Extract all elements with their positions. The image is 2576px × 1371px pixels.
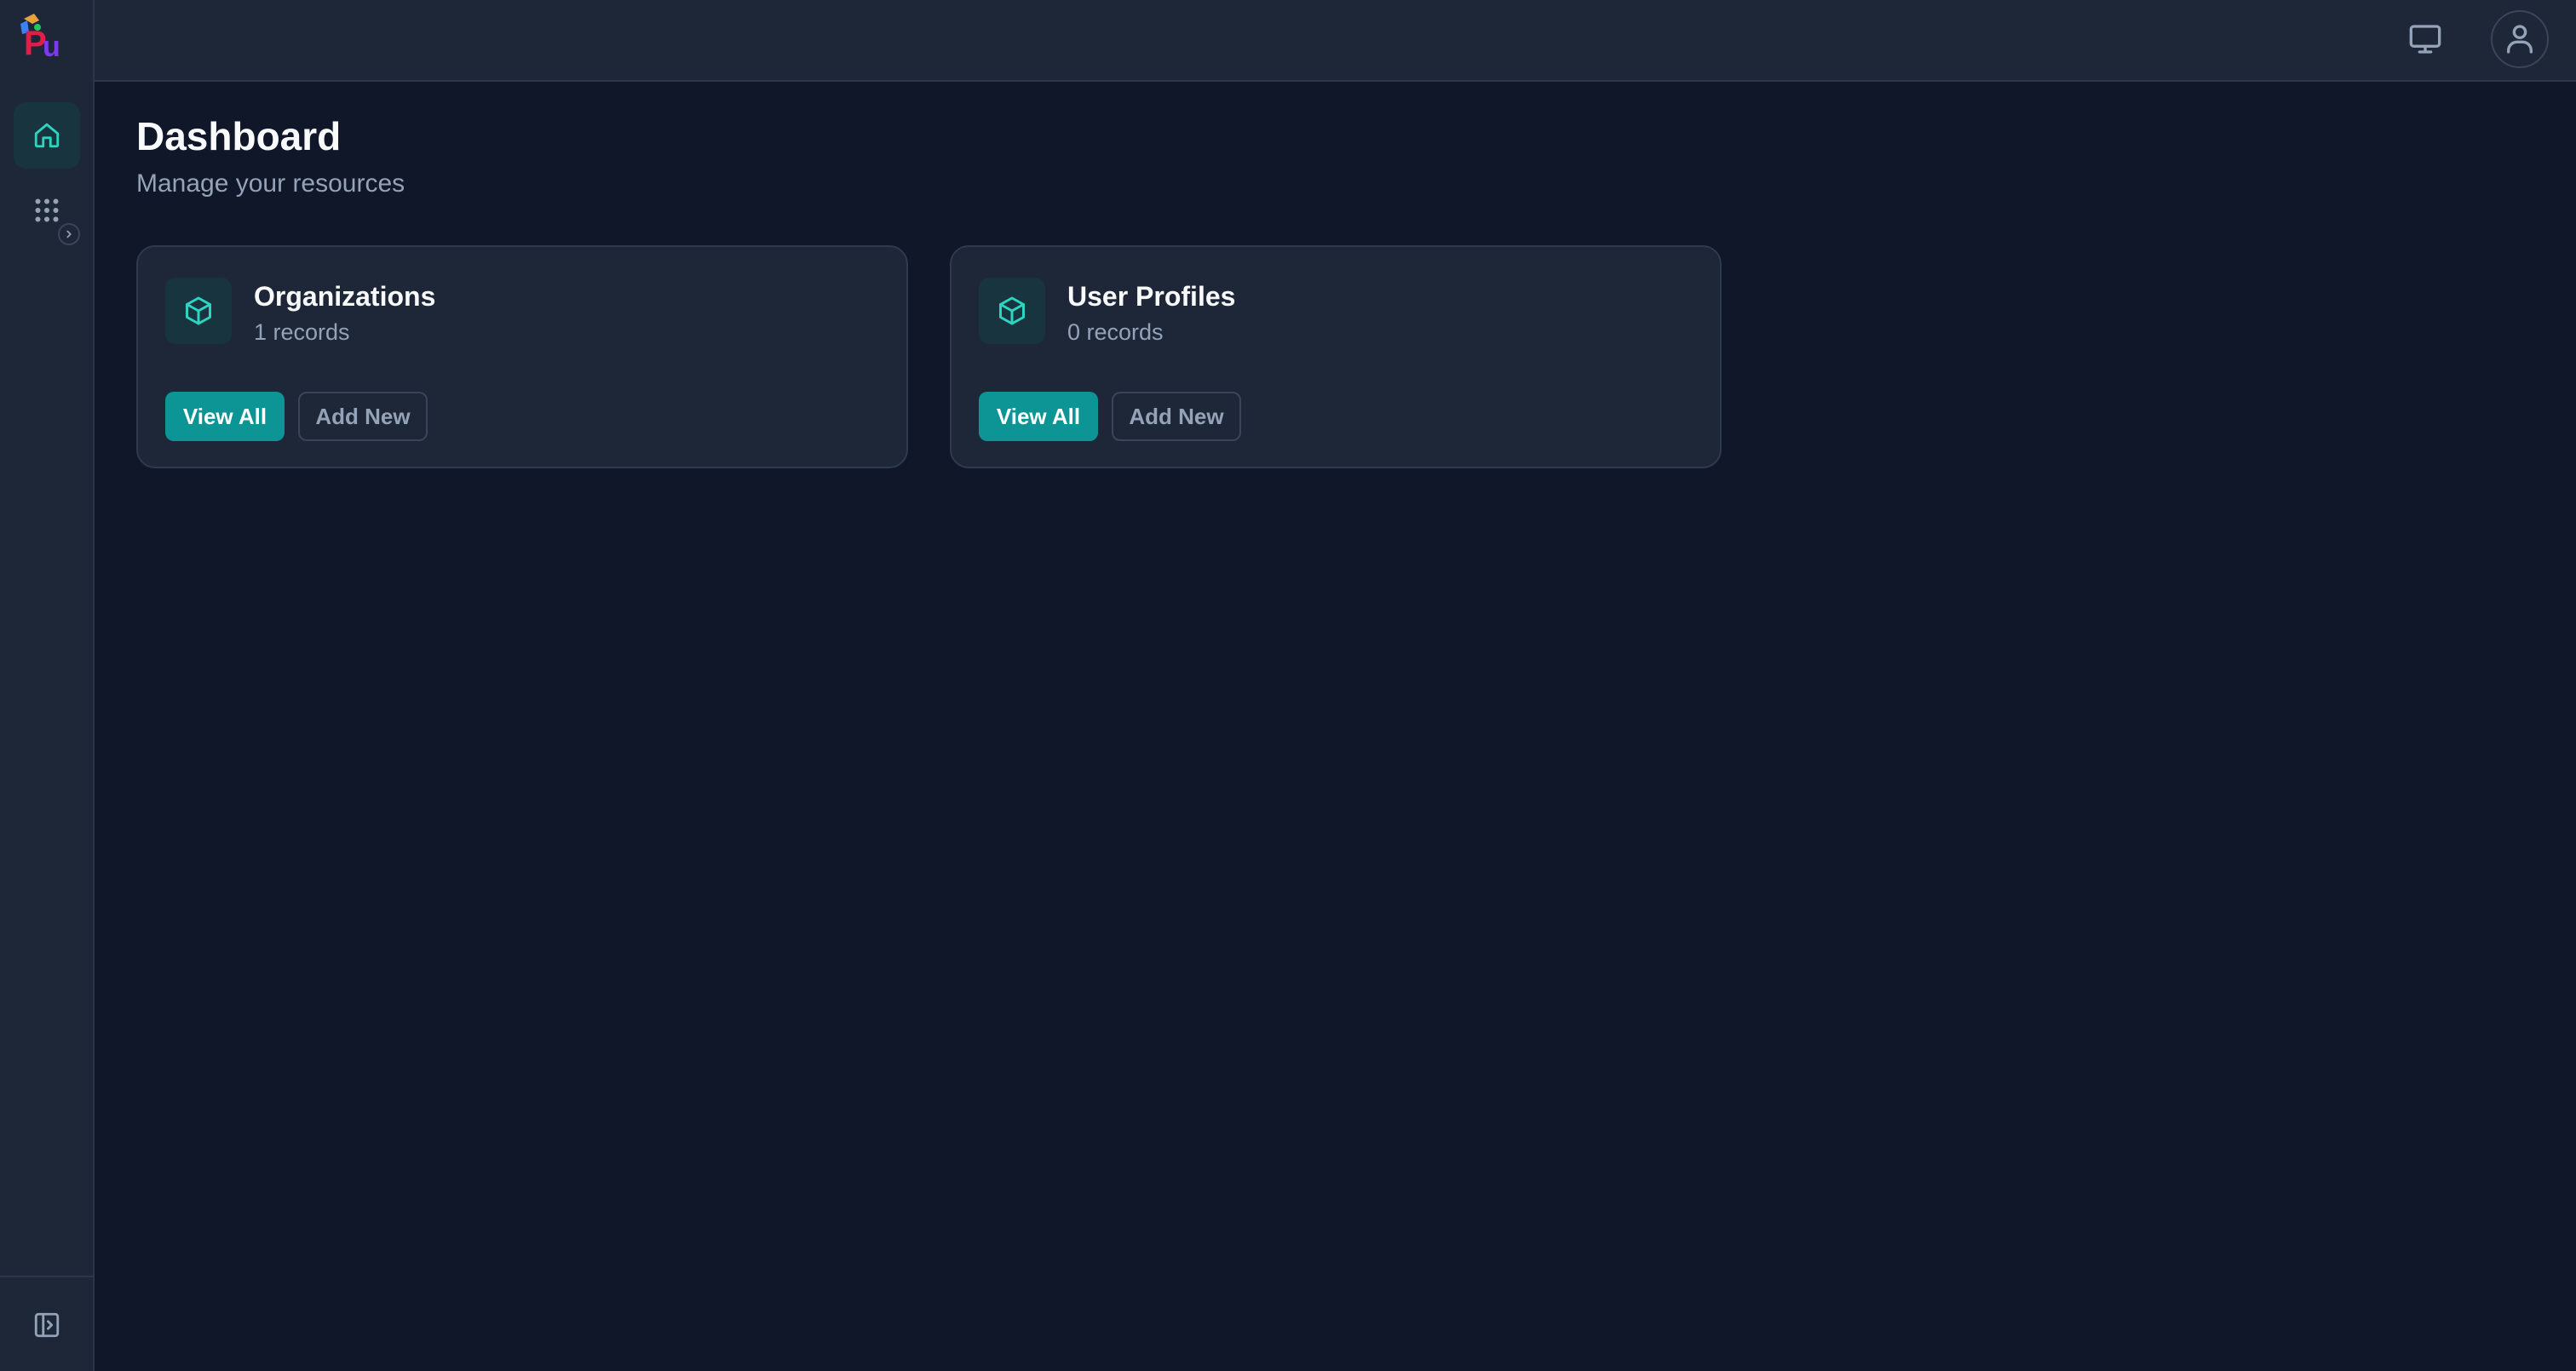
card-icon-container [979, 278, 1045, 344]
cube-icon [186, 296, 211, 325]
page-subtitle: Manage your resources [136, 169, 405, 198]
sidebar-item-home[interactable] [14, 102, 80, 169]
resource-card-organizations: Organizations 1 records View All Add New [136, 245, 908, 468]
page-title: Dashboard [136, 114, 342, 158]
card-icon-container [165, 278, 232, 344]
user-menu-button[interactable] [2491, 10, 2549, 68]
sidebar-divider [0, 1276, 93, 1277]
top-bar [95, 0, 2576, 82]
sidebar: P u [0, 0, 95, 1371]
card-record-count: 0 records [1067, 319, 1164, 345]
expand-submenu-button[interactable] [58, 223, 80, 245]
card-title: User Profiles [1067, 281, 1236, 312]
svg-text:u: u [43, 31, 60, 63]
add-new-button[interactable]: Add New [298, 392, 428, 441]
grid-icon [35, 198, 59, 222]
user-icon [2507, 25, 2533, 54]
app-logo[interactable]: P u [15, 12, 70, 63]
card-title: Organizations [254, 281, 436, 312]
display-toggle-button[interactable] [2402, 19, 2448, 60]
home-icon [34, 123, 60, 148]
resource-card-user-profiles: User Profiles 0 records View All Add New [950, 245, 1722, 468]
view-all-button[interactable]: View All [165, 392, 285, 441]
cube-icon [999, 296, 1025, 325]
app-root: P u Dashboard Manage your resources Orga… [0, 0, 2576, 1371]
chevron-right-icon [66, 230, 72, 238]
view-all-button[interactable]: View All [979, 392, 1098, 441]
sidebar-collapse-button[interactable] [26, 1308, 68, 1342]
add-new-button[interactable]: Add New [1112, 392, 1241, 441]
monitor-icon [2409, 25, 2441, 54]
sidebar-toggle-icon [34, 1312, 60, 1338]
card-record-count: 1 records [254, 319, 350, 345]
